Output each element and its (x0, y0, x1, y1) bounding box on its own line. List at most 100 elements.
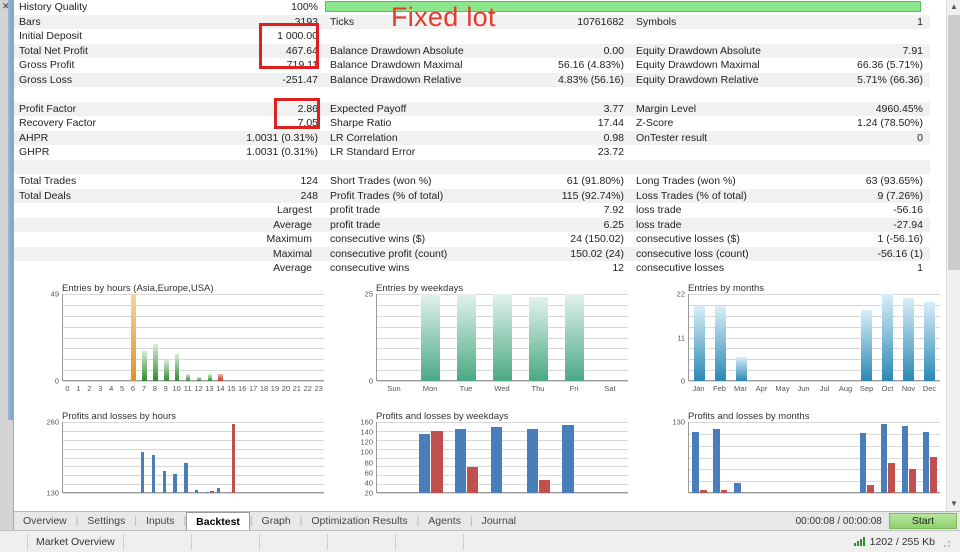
stats-cell: Largest (14, 203, 325, 218)
bar-slot (485, 294, 521, 381)
scroll-up-icon[interactable]: ▲ (947, 0, 960, 14)
bar-slot (139, 422, 150, 493)
stats-cell: Short Trades (won %) 61 (91.80%) (325, 174, 631, 189)
bar (153, 343, 158, 381)
y-axis-labels: 22 11 0 (662, 290, 688, 386)
tab-agents[interactable]: Agents (419, 513, 470, 530)
bar (419, 434, 431, 493)
stats-row: Average profit trade 6.25 loss trade -27.94 (14, 217, 930, 232)
stats-key: loss trade (636, 218, 682, 231)
bar-slot (752, 422, 773, 493)
bar-slot (96, 422, 107, 493)
y-axis-labels: 160 140 120 100 80 60 40 20 (350, 418, 376, 498)
tab-settings[interactable]: Settings (78, 513, 134, 530)
bar-slot (183, 422, 194, 493)
stats-key: Initial Deposit (19, 30, 83, 43)
tester-tabbar: Overview | Settings | Inputs | Backtest | Graph |… (14, 511, 960, 531)
status-segment-4 (328, 533, 396, 550)
stats-key: Sharpe Ratio (330, 117, 392, 130)
stats-value: 12 (612, 262, 624, 275)
gridline (63, 493, 324, 494)
bar-slot (291, 422, 302, 493)
bar-slot (794, 422, 815, 493)
x-tick-label: 19 (270, 384, 280, 393)
bar (140, 452, 145, 493)
x-axis-labels: 0 1 2 3 4 5 6 7 8 9 10 11 12 13 14 15 16 17 18 19 20 21 22 23 (62, 382, 324, 395)
stats-cell (325, 87, 631, 102)
y-tick-label: 20 (364, 488, 373, 498)
stats-cell: Equity Drawdown Relative 5.71% (66.36) (631, 73, 930, 88)
tab-backtest[interactable]: Backtest (186, 511, 250, 531)
bar (714, 305, 726, 381)
stats-row: AHPR 1.0031 (0.31%) LR Correlation 0.98 OnTe… (14, 130, 930, 145)
start-button[interactable]: Start (888, 513, 957, 529)
x-tick-label: 14 (216, 384, 225, 393)
bar-slot (248, 422, 259, 493)
bar-slot (161, 422, 172, 493)
bar-slot (485, 422, 521, 493)
bar-slot (74, 294, 85, 381)
x-axis-labels: Sun Mon Tue Wed Thu Fri Sat (376, 382, 628, 395)
bar-group (63, 422, 324, 493)
stats-key: consecutive losses ($) (636, 233, 740, 246)
stats-value: 10761682 (577, 15, 624, 28)
chart-title: Profits and losses by hours (62, 411, 177, 422)
bar-slot (773, 294, 794, 381)
bar (467, 466, 479, 493)
stats-row: Recovery Factor 7.05 Sharpe Ratio 17.44 Z-Sc… (14, 116, 930, 131)
x-tick-label: 22 (303, 384, 312, 393)
x-tick-label: Oct (881, 384, 894, 393)
bar (564, 294, 584, 381)
bar-slot (204, 422, 215, 493)
stats-key: Largest (276, 204, 312, 217)
bar-slot (877, 294, 898, 381)
y-tick-label: 80 (364, 458, 373, 468)
tab-journal[interactable]: Journal (473, 513, 525, 530)
stats-cell: Initial Deposit 1 000.00 (14, 29, 325, 44)
backtest-report: History Quality 100% Bars 3193 Ticks 10761682… (14, 0, 960, 511)
bar-slot (281, 294, 292, 381)
bar (699, 490, 707, 493)
chart-profits-and-losses-by-weekdays: Profits and losses by weekdays 160 140 120 1… (350, 411, 632, 507)
bar-slot (204, 294, 215, 381)
tab-overview[interactable]: Overview (14, 513, 76, 530)
x-tick-label: 21 (292, 384, 301, 393)
tab-inputs[interactable]: Inputs (137, 513, 184, 530)
bar (232, 424, 236, 493)
bar (880, 423, 888, 493)
x-tick-label: Apr (755, 384, 768, 393)
stats-cell: Balance Drawdown Absolute 0.00 (325, 44, 631, 59)
tab-optimization-results[interactable]: Optimization Results (302, 513, 416, 530)
x-tick-label: 23 (314, 384, 323, 393)
market-overview-label[interactable]: Market Overview (28, 533, 124, 550)
stats-row: Total Net Profit 467.64 Balance Drawdown A… (14, 43, 930, 59)
stats-cell: Z-Score 1.24 (78.50%) (631, 116, 930, 131)
stats-row: Total Deals 248 Profit Trades (% of total)… (14, 188, 930, 203)
stats-key: Total Trades (19, 175, 77, 188)
close-icon[interactable]: ✕ (2, 2, 10, 11)
report-scrollbar[interactable]: ▲ ▼ (946, 0, 960, 511)
stats-key: consecutive losses (636, 262, 725, 275)
y-tick-label: 49 (50, 289, 59, 299)
x-tick-label: 4 (109, 384, 114, 393)
scroll-down-icon[interactable]: ▼ (947, 497, 960, 511)
stats-cell: consecutive losses 1 (631, 261, 930, 276)
bar-slot (63, 422, 74, 493)
y-tick-label: 130 (46, 488, 59, 498)
x-tick-label: 3 (98, 384, 103, 393)
stats-cell: LR Standard Error 23.72 (325, 145, 631, 160)
chart-entries-by-hours: Entries by hours (Asia,Europe,USA) 49 0 0 1 2… (36, 283, 328, 395)
stats-key: consecutive profit (count) (330, 247, 448, 260)
x-tick-label: 5 (119, 384, 125, 393)
y-tick-label: 25 (364, 289, 373, 299)
bar (162, 471, 166, 493)
stats-value: 24 (150.02) (570, 233, 624, 246)
stats-key: loss trade (636, 204, 682, 217)
bar (151, 454, 155, 493)
bar-slot (835, 422, 856, 493)
resize-grip-icon[interactable] (940, 537, 950, 547)
x-tick-label: Mar (734, 384, 747, 393)
annotation-fixed-lot: Fixed lot (391, 2, 496, 32)
tab-graph[interactable]: Graph (253, 513, 300, 530)
scrollbar-thumb[interactable] (948, 15, 960, 270)
